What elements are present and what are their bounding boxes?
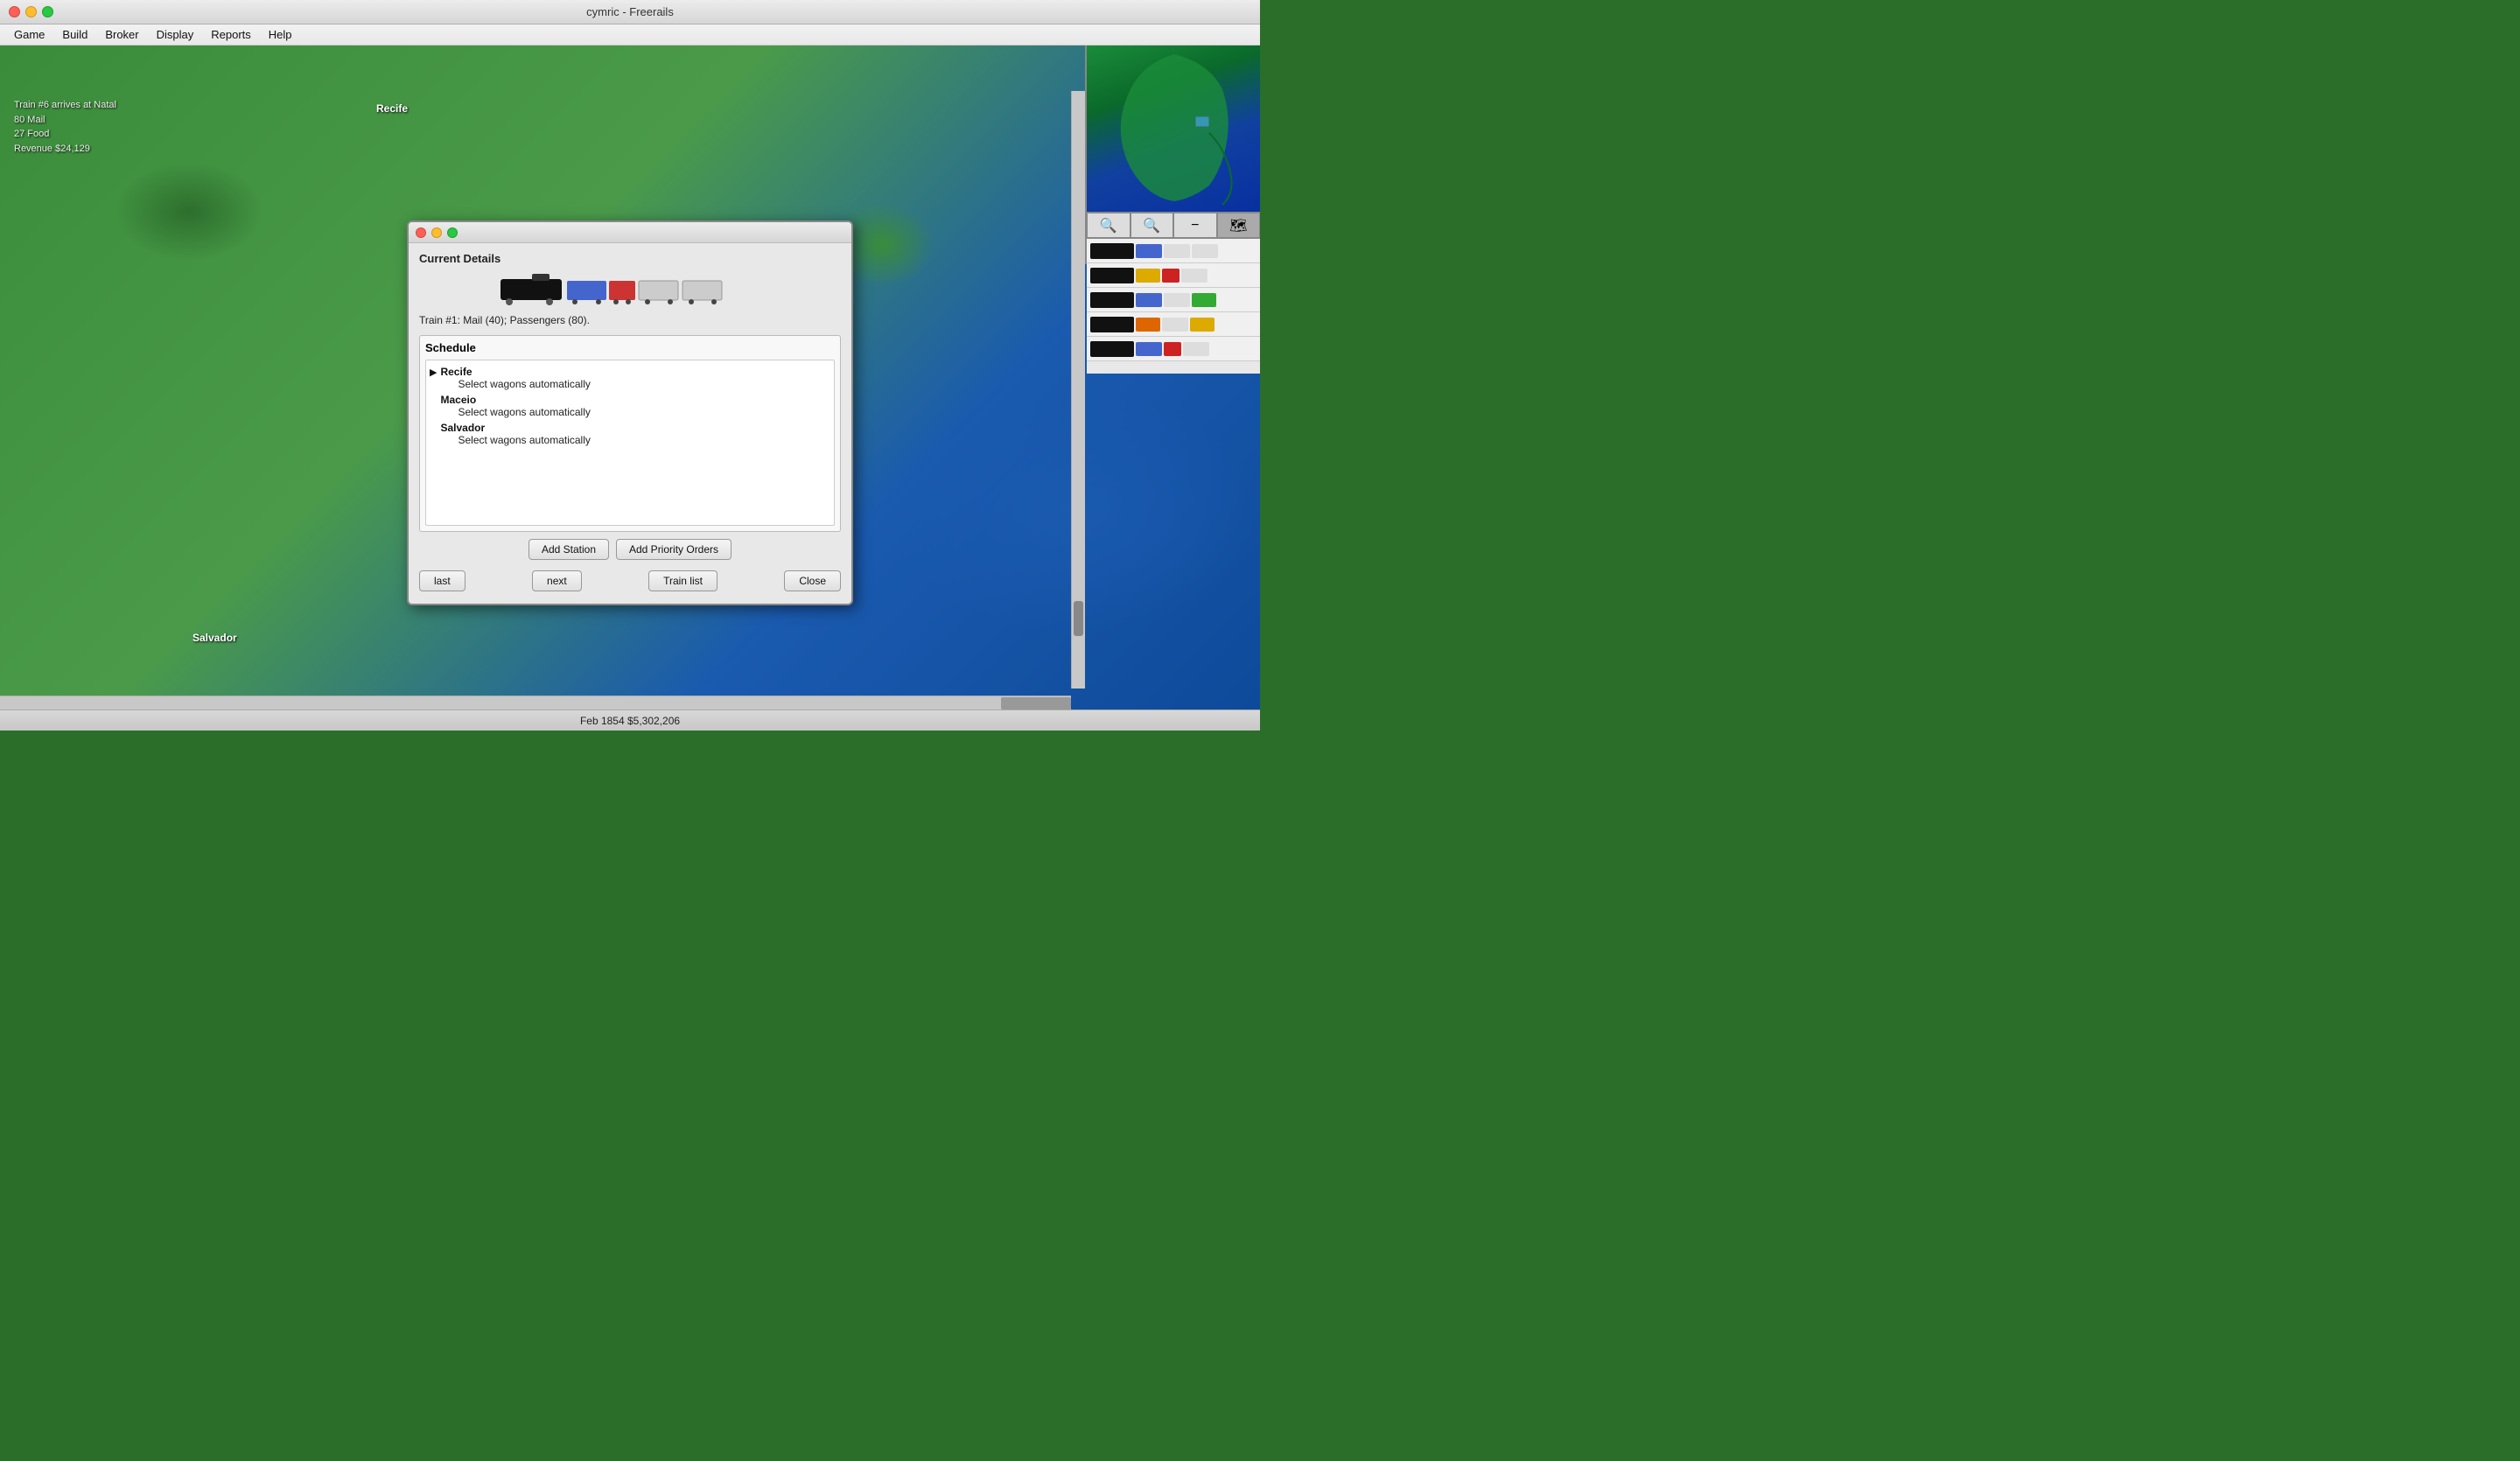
- minimap-zoom-out[interactable]: 🔍: [1130, 213, 1174, 238]
- statusbar: Feb 1854 $5,302,206: [0, 710, 1260, 730]
- minimap-car-white-2: [1192, 244, 1218, 258]
- horizontal-scrollbar[interactable]: [0, 696, 1071, 710]
- minimap-loco-4: [1090, 317, 1134, 332]
- close-window-button[interactable]: [9, 6, 20, 17]
- window-title: cymric - Freerails: [586, 5, 674, 18]
- schedule-instruction-salvador: Select wagons automatically: [458, 434, 590, 446]
- schedule-entry-maceio: ▶ Maceio Select wagons automatically: [430, 392, 830, 420]
- minimap-car-yellow-2: [1190, 318, 1214, 332]
- minimap-loco-5: [1090, 341, 1134, 357]
- dialog-current-details: Current Details: [407, 220, 853, 605]
- schedule-list[interactable]: ▶ Recife Select wagons automatically ▶ M…: [425, 360, 835, 526]
- schedule-arrow-recife: ▶: [430, 366, 437, 378]
- schedule-instruction-recife: Select wagons automatically: [458, 378, 590, 390]
- minimap-train-row-5: [1087, 337, 1260, 361]
- minimap-car-red-2: [1164, 342, 1181, 356]
- minimap-train-row-2: [1087, 263, 1260, 288]
- schedule-section: Schedule ▶ Recife Select wagons automati…: [419, 335, 841, 532]
- menu-reports[interactable]: Reports: [202, 26, 260, 43]
- minimap-car-white-6: [1183, 342, 1209, 356]
- menu-build[interactable]: Build: [53, 26, 96, 43]
- schedule-station-name-maceio: Maceio: [440, 394, 590, 406]
- minimap-car-green-1: [1192, 293, 1216, 307]
- schedule-title: Schedule: [425, 341, 835, 354]
- maximize-window-button[interactable]: [42, 6, 53, 17]
- navigation-buttons-row: last next Train list Close: [419, 567, 841, 595]
- minimap-zoom-in[interactable]: 🔍: [1087, 213, 1130, 238]
- game-map[interactable]: Train #6 arrives at Natal 80 Mail 27 Foo…: [0, 45, 1260, 710]
- menu-game[interactable]: Game: [5, 26, 53, 43]
- close-button[interactable]: Close: [784, 570, 841, 591]
- menu-broker[interactable]: Broker: [96, 26, 147, 43]
- schedule-instruction-maceio: Select wagons automatically: [458, 406, 590, 418]
- minimap-loco-2: [1090, 268, 1134, 283]
- vertical-scrollbar[interactable]: [1071, 91, 1085, 689]
- dialog-body: Current Details: [409, 243, 851, 604]
- minimap-car-white-1: [1164, 244, 1190, 258]
- minimap-car-red-1: [1162, 269, 1180, 283]
- add-station-button[interactable]: Add Station: [528, 539, 609, 560]
- minimap-loco-3: [1090, 292, 1134, 308]
- minimap-controls[interactable]: 🔍 🔍 − 🗺: [1087, 212, 1260, 238]
- section-title-current-details: Current Details: [419, 252, 841, 265]
- minimap-train-row-4: [1087, 312, 1260, 337]
- minimap-map[interactable]: [1087, 45, 1260, 212]
- add-priority-orders-button[interactable]: Add Priority Orders: [616, 539, 732, 560]
- menu-help[interactable]: Help: [260, 26, 301, 43]
- train-list-button[interactable]: Train list: [648, 570, 718, 591]
- minimap-train-row-3: [1087, 288, 1260, 312]
- train-image-area: [419, 272, 841, 307]
- train-description: Train #1: Mail (40); Passengers (80).: [419, 314, 841, 326]
- dialog-titlebar[interactable]: [409, 222, 851, 243]
- minimap-car-blue-1: [1136, 244, 1162, 258]
- minimap-trains-list: [1087, 238, 1260, 374]
- menu-display[interactable]: Display: [148, 26, 203, 43]
- minimap-fullmap[interactable]: 🗺: [1217, 213, 1261, 238]
- minimap-car-white-4: [1164, 293, 1190, 307]
- action-buttons-row: Add Station Add Priority Orders: [419, 539, 841, 560]
- dialog-max-button[interactable]: [447, 227, 458, 238]
- next-button[interactable]: next: [532, 570, 582, 591]
- schedule-station-name-recife: Recife: [440, 366, 590, 378]
- minimap-car-yellow-1: [1136, 269, 1160, 283]
- menubar: Game Build Broker Display Reports Help: [0, 24, 1260, 45]
- minimap-car-blue-2: [1136, 293, 1162, 307]
- minimap-loco-1: [1090, 243, 1134, 259]
- schedule-entry-salvador: ▶ Salvador Select wagons automatically: [430, 420, 830, 448]
- minimap-minus[interactable]: −: [1173, 213, 1217, 238]
- titlebar: cymric - Freerails: [0, 0, 1260, 24]
- last-button[interactable]: last: [419, 570, 466, 591]
- minimize-window-button[interactable]: [25, 6, 37, 17]
- minimap-car-blue-3: [1136, 342, 1162, 356]
- train-display-svg: [499, 272, 761, 307]
- minimap-car-orange-1: [1136, 318, 1160, 332]
- minimap: 🔍 🔍 − 🗺: [1085, 45, 1260, 264]
- scroll-thumb[interactable]: [1074, 601, 1083, 636]
- statusbar-text: Feb 1854 $5,302,206: [580, 715, 680, 727]
- minimap-svg: [1087, 45, 1260, 212]
- window-controls[interactable]: [9, 6, 53, 17]
- minimap-train-row-1: [1087, 239, 1260, 263]
- minimap-car-white-3: [1181, 269, 1208, 283]
- dialog-min-button[interactable]: [431, 227, 442, 238]
- dialog-close-button[interactable]: [416, 227, 426, 238]
- minimap-car-white-5: [1162, 318, 1188, 332]
- schedule-station-name-salvador: Salvador: [440, 422, 590, 434]
- schedule-entry-recife: ▶ Recife Select wagons automatically: [430, 364, 830, 392]
- horizontal-scroll-thumb[interactable]: [1001, 697, 1071, 710]
